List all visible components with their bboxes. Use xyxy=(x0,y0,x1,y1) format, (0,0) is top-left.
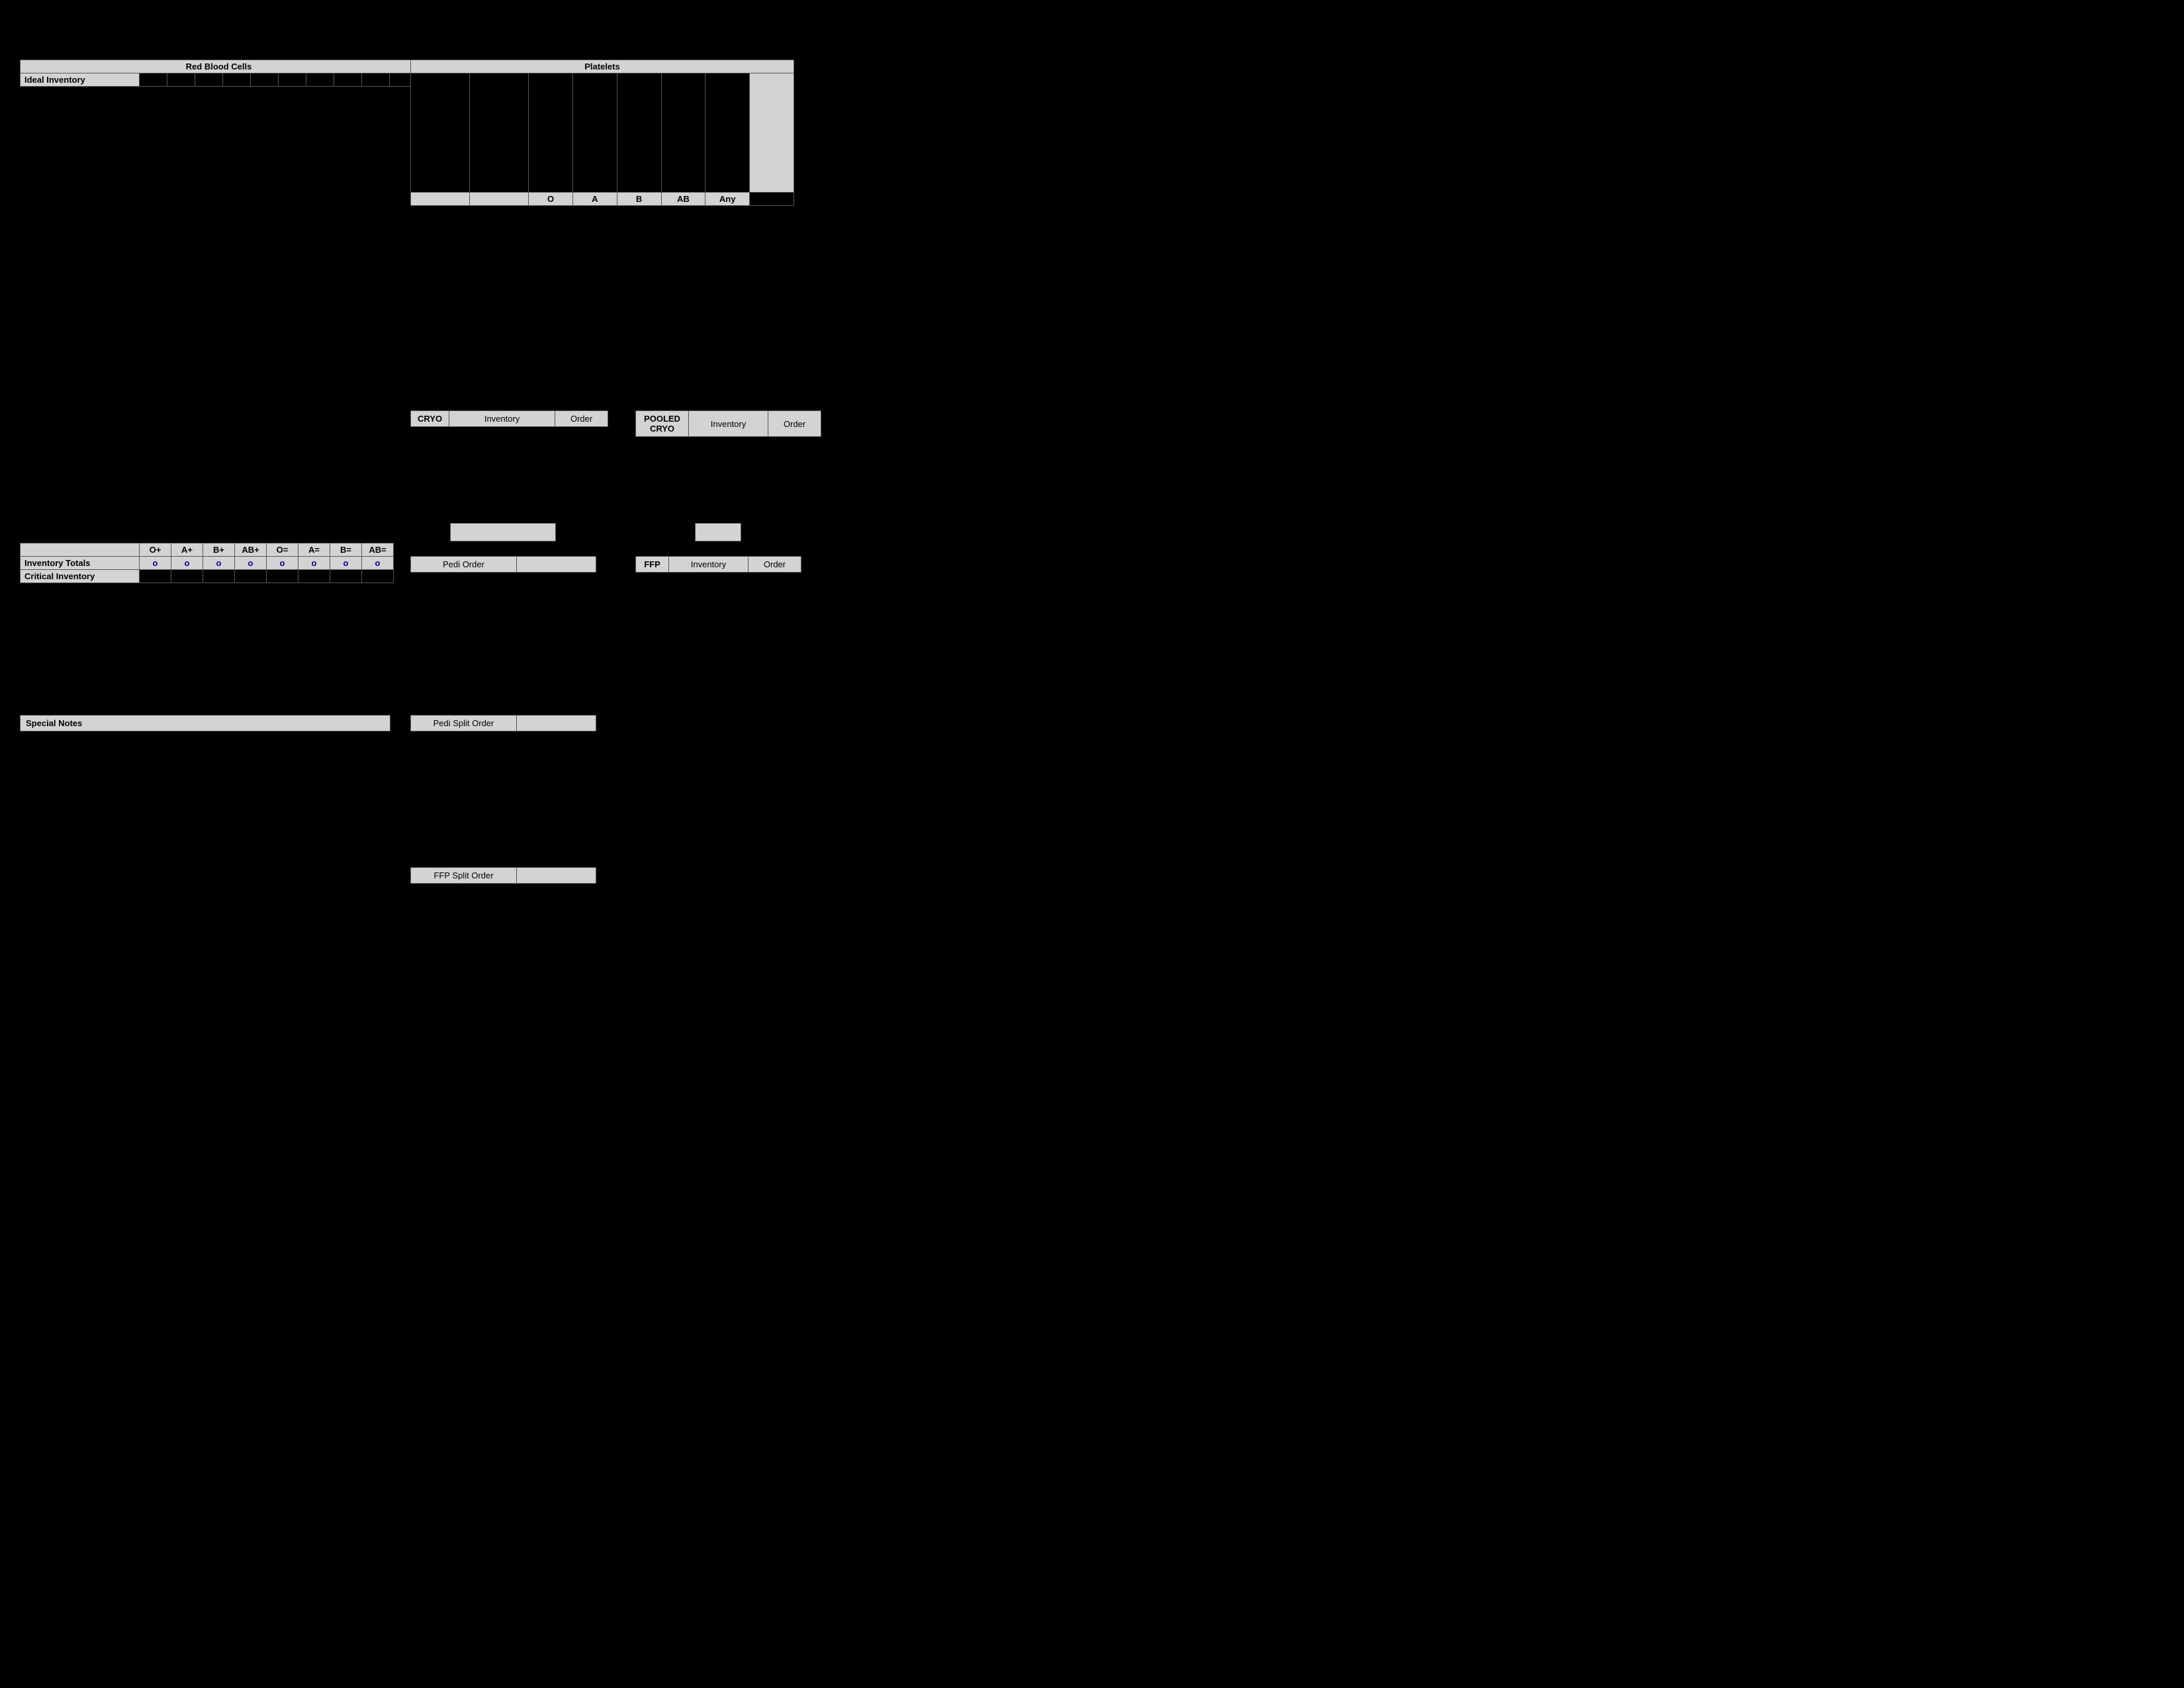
ideal-inventory-label: Ideal Inventory xyxy=(21,73,140,87)
cryo-section: CRYO Inventory Order xyxy=(410,410,608,427)
inventory-totals-section: O+ A+ B+ AB+ O= A= B= AB= Inventory Tota… xyxy=(20,543,394,583)
inventory-totals-label: Inventory Totals xyxy=(21,557,140,570)
pedi-order-label: Pedi Order xyxy=(411,557,517,573)
plt-col-o: O xyxy=(529,193,573,206)
pedi-split-order-value xyxy=(517,716,596,731)
ffp-inventory-label: Inventory xyxy=(669,557,749,573)
col-b-plus: B+ xyxy=(203,543,235,557)
ffp-top-value xyxy=(695,523,741,541)
col-b-eq: B= xyxy=(330,543,362,557)
rbc-title: Red Blood Cells xyxy=(21,60,418,73)
col-o-plus: O+ xyxy=(140,543,171,557)
cryo-label: CRYO xyxy=(411,411,449,427)
special-notes-section: Special Notes xyxy=(20,715,390,731)
ffp-order-label: Order xyxy=(749,557,801,573)
pooled-cryo-section: POOLEDCRYO Inventory Order xyxy=(635,410,821,437)
col-a-plus: A+ xyxy=(171,543,203,557)
ffp-section: FFP Inventory Order xyxy=(635,556,801,573)
pooled-cryo-order-label: Order xyxy=(768,411,821,437)
ffp-split-order-section: FFP Split Order xyxy=(410,867,596,884)
inv-total-b-plus: o xyxy=(203,557,235,570)
rbc-section: Red Blood Cells Ideal Inventory xyxy=(20,60,418,87)
inv-total-o-plus: o xyxy=(140,557,171,570)
pedi-top-value xyxy=(450,523,556,541)
plt-col-ab: AB xyxy=(661,193,705,206)
ffp-split-order-value xyxy=(517,868,596,884)
col-ab-plus: AB+ xyxy=(235,543,267,557)
inv-total-a-plus: o xyxy=(171,557,203,570)
inv-total-a-eq: o xyxy=(298,557,330,570)
col-a-eq: A= xyxy=(298,543,330,557)
special-notes-label: Special Notes xyxy=(20,715,390,731)
plt-col-any: Any xyxy=(705,193,750,206)
ffp-top-value-section xyxy=(695,523,741,541)
plt-col-a: A xyxy=(572,193,617,206)
ffp-split-order-label: FFP Split Order xyxy=(411,868,517,884)
plt-col-b: B xyxy=(617,193,661,206)
pedi-split-order-label: Pedi Split Order xyxy=(411,716,517,731)
inv-total-b-eq: o xyxy=(330,557,362,570)
pedi-split-order-section: Pedi Split Order xyxy=(410,715,596,731)
pooled-cryo-label: POOLEDCRYO xyxy=(636,411,689,437)
col-o-eq: O= xyxy=(267,543,298,557)
pedi-top-value-section xyxy=(450,523,556,541)
cryo-inventory-label: Inventory xyxy=(449,411,555,427)
critical-inventory-label: Critical Inventory xyxy=(21,570,140,583)
pedi-order-value xyxy=(517,557,596,573)
platelets-section: Platelets O A B AB Any xyxy=(410,60,794,206)
inv-total-o-eq: o xyxy=(267,557,298,570)
platelets-title: Platelets xyxy=(411,60,794,73)
inv-total-ab-eq: o xyxy=(362,557,394,570)
col-ab-eq: AB= xyxy=(362,543,394,557)
pedi-order-section: Pedi Order xyxy=(410,556,596,573)
ffp-label: FFP xyxy=(636,557,669,573)
pooled-cryo-inventory-label: Inventory xyxy=(689,411,768,437)
inv-total-ab-plus: o xyxy=(235,557,267,570)
cryo-order-label: Order xyxy=(555,411,608,427)
